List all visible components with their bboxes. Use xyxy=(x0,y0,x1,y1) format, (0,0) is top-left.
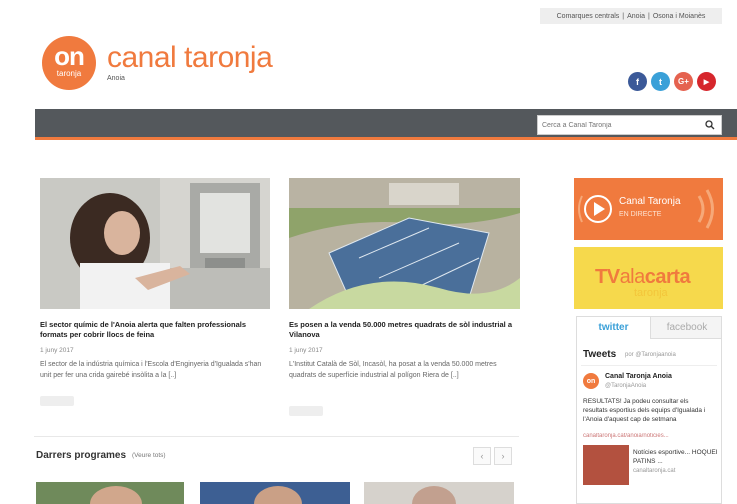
region-link-anoia[interactable]: Anoia xyxy=(627,13,645,20)
carousel-next-button[interactable]: › xyxy=(494,447,512,465)
live-subtitle: EN DIRECTE xyxy=(619,211,662,218)
live-stream-banner[interactable]: Canal Taronja EN DIRECTE xyxy=(574,178,723,240)
nav-item-publicitat[interactable]: Publicitat xyxy=(310,11,344,20)
search-box xyxy=(537,115,722,135)
tweet-card-title[interactable]: Notícies esportive... HOQUEI PATINS ... xyxy=(633,448,721,466)
googleplus-icon[interactable]: G+ xyxy=(674,72,693,91)
youtube-icon[interactable]: ▶ xyxy=(697,72,716,91)
nav-item-grup-taelus[interactable]: Grup Taelus xyxy=(252,11,295,20)
region-link-comarques[interactable]: Comarques centrals xyxy=(557,13,620,20)
tab-twitter[interactable]: twitter xyxy=(577,317,650,339)
logo-icon[interactable]: on taronja xyxy=(42,36,96,90)
news-title-1[interactable]: El sector químic de l'Anoia alerta que f… xyxy=(40,320,270,340)
live-title: Canal Taronja xyxy=(619,196,681,207)
tweets-heading: Tweets xyxy=(583,349,617,360)
region-selector: Comarques centrals | Anoia | Osona i Moi… xyxy=(540,8,722,24)
search-input[interactable] xyxy=(542,119,692,132)
logo-mark: on xyxy=(54,41,85,71)
avatar[interactable]: on xyxy=(583,373,599,389)
news-date-1: 1 juny 2017 xyxy=(40,347,74,354)
tweet-link[interactable]: canaltaronja.cat/anoia/noticies... xyxy=(583,433,711,439)
news-excerpt-2: L'Institut Català de Sòl, Incasòl, ha po… xyxy=(289,361,497,379)
nav-item-contacte[interactable]: Contacte xyxy=(357,11,389,20)
read-more-button-1[interactable] xyxy=(40,396,74,406)
news-excerpt-1: El sector de la indústria química i l'Es… xyxy=(40,361,262,379)
tweet-card-image[interactable] xyxy=(583,445,629,485)
section-title-programes: Darrers programes xyxy=(36,450,127,461)
brand-name[interactable]: canal taronja xyxy=(107,41,273,75)
search-icon[interactable] xyxy=(705,120,715,130)
facebook-icon[interactable]: f xyxy=(628,72,647,91)
tweet-card-link[interactable]: canaltaronja.cat xyxy=(633,468,675,474)
nav-item-tv-a-la-carta[interactable]: TV a la carta xyxy=(101,11,145,20)
carousel-prev-button[interactable]: ‹ xyxy=(473,447,491,465)
news-image-chemistry[interactable] xyxy=(40,178,270,309)
nav-item-noticies[interactable]: Notícies ▾ xyxy=(47,11,82,20)
program-thumbnail[interactable] xyxy=(364,482,514,504)
news-title-2[interactable]: Es posen a la venda 50.000 metres quadra… xyxy=(289,320,520,340)
view-all-link[interactable]: (Veure tots) xyxy=(132,452,166,459)
program-thumbnail[interactable] xyxy=(36,482,184,504)
program-thumbnail[interactable] xyxy=(200,482,350,504)
news-date-2: 1 juny 2017 xyxy=(289,347,323,354)
tweet-handle[interactable]: @TaronjaAnoia xyxy=(605,383,646,389)
logo-mark-small: taronja xyxy=(56,69,82,78)
tweet-body: RESULTATS! Ja podeu consultar els result… xyxy=(583,398,706,423)
tab-facebook[interactable]: facebook xyxy=(650,317,721,339)
tv-a-la-carta-banner[interactable]: taronja TValacarta xyxy=(574,247,723,309)
read-more-button-2[interactable] xyxy=(289,406,323,416)
twitter-icon[interactable]: t xyxy=(651,72,670,91)
brand-subtitle: Anoia xyxy=(107,75,125,82)
region-link-osona[interactable]: Osona i Moianès xyxy=(653,13,706,20)
news-image-industrial[interactable] xyxy=(289,178,520,309)
social-feed-widget: twitter facebook Tweets por @Taronjaanoi… xyxy=(576,316,722,504)
tv-a-la-carta-title: TValacarta xyxy=(595,266,691,288)
tweet-author[interactable]: Canal Taronja Anoia xyxy=(605,373,672,380)
section-divider xyxy=(34,436,519,437)
tweets-by[interactable]: por @Taronjaanoia xyxy=(625,352,676,358)
chevron-down-icon: ▾ xyxy=(78,11,83,20)
nav-item-programes[interactable]: Programes xyxy=(200,11,239,20)
nav-item-graella[interactable]: Graella xyxy=(160,11,185,20)
